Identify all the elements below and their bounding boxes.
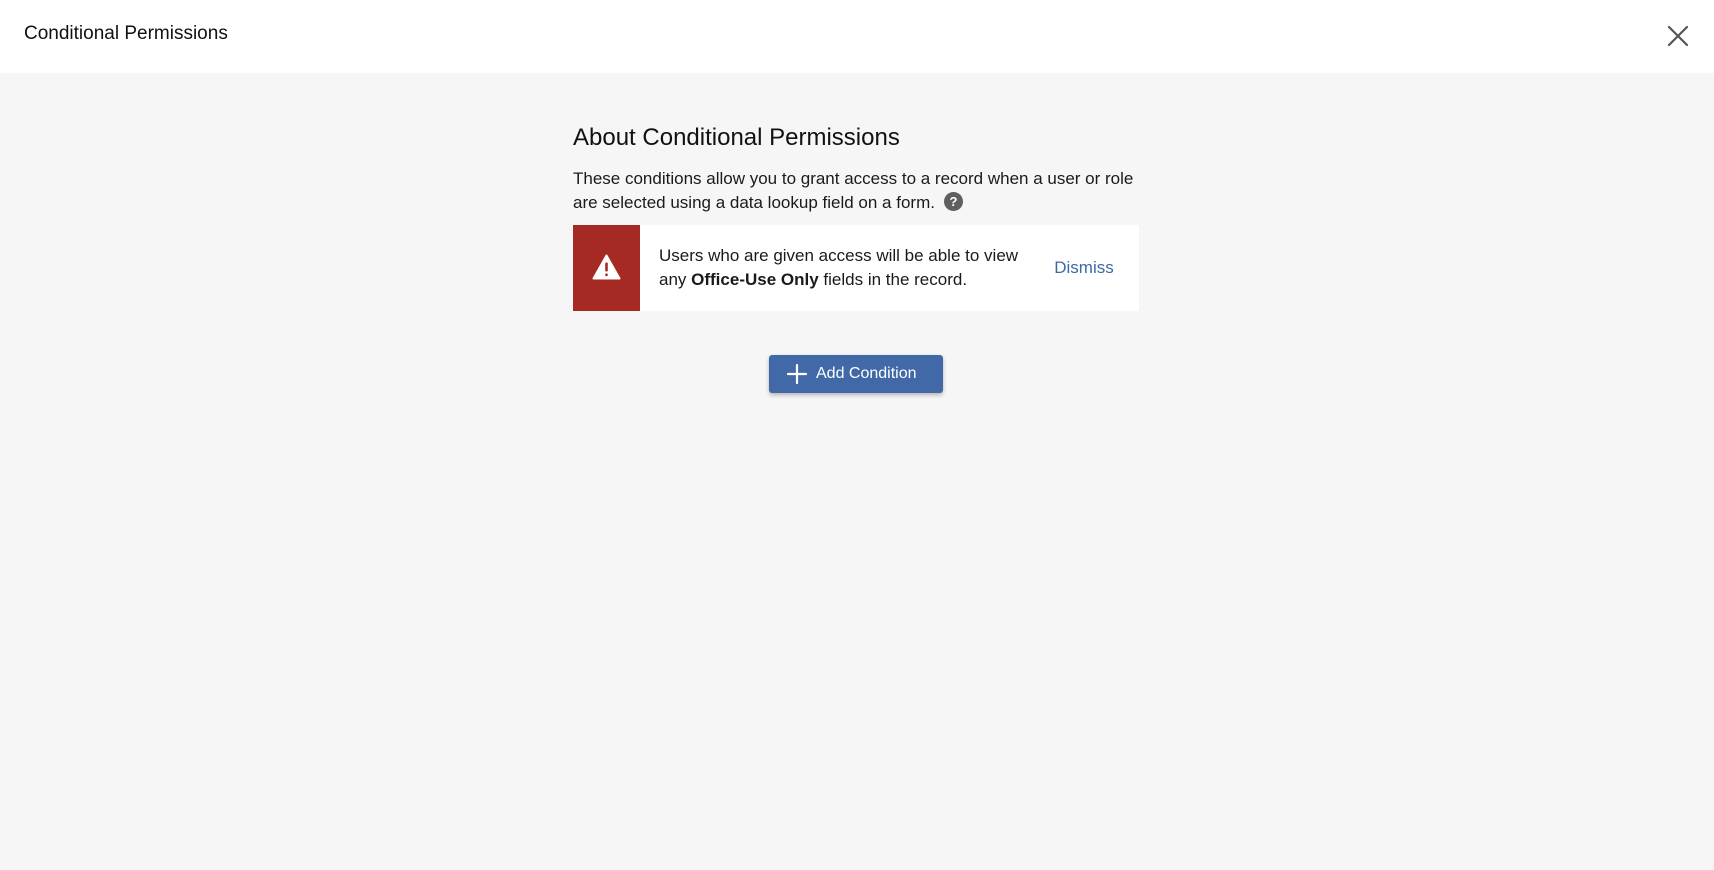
description-text: These conditions allow you to grant acce… <box>573 169 1134 212</box>
dialog-header: Conditional Permissions <box>0 0 1714 73</box>
warning-banner: Users who are given access will be able … <box>573 225 1139 311</box>
add-condition-button[interactable]: Add Condition <box>769 355 943 393</box>
section-title: About Conditional Permissions <box>573 124 900 151</box>
warning-message: Users who are given access will be able … <box>659 244 1019 292</box>
svg-text:?: ? <box>949 194 957 209</box>
add-condition-label: Add Condition <box>816 365 917 382</box>
plus-icon <box>787 364 807 384</box>
question-circle-icon[interactable]: ? <box>943 192 963 211</box>
section-description: These conditions allow you to grant acce… <box>573 167 1139 215</box>
warning-icon-container <box>573 225 640 311</box>
close-icon <box>1667 25 1689 47</box>
dismiss-button[interactable]: Dismiss <box>1039 256 1129 280</box>
dialog-title: Conditional Permissions <box>24 23 228 44</box>
close-button[interactable] <box>1664 22 1692 50</box>
warning-triangle-icon <box>592 254 621 280</box>
about-section: About Conditional Permissions These cond… <box>573 120 1139 311</box>
warning-text-after: fields in the record. <box>818 270 968 289</box>
warning-text-bold: Office-Use Only <box>691 270 819 289</box>
